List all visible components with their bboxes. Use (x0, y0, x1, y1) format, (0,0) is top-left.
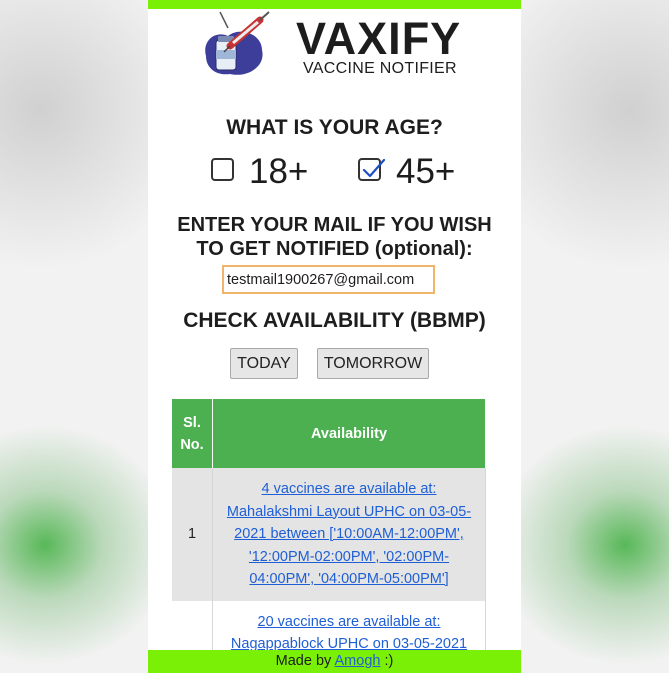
table-header-row: Sl. No. Availability (172, 399, 486, 468)
mail-prompt-line-1: ENTER YOUR MAIL IF YOU WISH (177, 214, 492, 236)
author-link[interactable]: Amogh (335, 653, 381, 669)
footer-prefix: Made by (275, 653, 335, 669)
table-row: 1 4 vaccines are available at: Mahalakshm… (172, 468, 486, 601)
app-page: VAXIFY VACCINE NOTIFIER WHAT IS YOUR AGE… (148, 0, 521, 673)
availability-cell: 4 vaccines are available at: Mahalakshmi … (212, 468, 486, 601)
footer-bar: Made by Amogh :) (148, 650, 521, 673)
brand-tagline: VACCINE NOTIFIER (303, 60, 457, 77)
footer-suffix: :) (380, 653, 394, 669)
today-button[interactable]: TODAY (230, 348, 298, 379)
age-18-label[interactable]: 18+ (249, 152, 308, 192)
tomorrow-button[interactable]: TOMORROW (317, 348, 429, 379)
row-serial-number: 1 (172, 468, 213, 601)
age-18-checkbox[interactable] (211, 158, 234, 181)
availability-table: Sl. No. Availability 1 4 vaccines are av… (172, 399, 486, 666)
check-availability-title: CHECK AVAILABILITY (BBMP) (183, 309, 486, 332)
column-header-sl-line-2: No. (180, 436, 204, 453)
column-header-sl-line-1: Sl. (183, 414, 201, 431)
checkmark-icon (362, 158, 386, 178)
availability-link[interactable]: 20 vaccines are available at: Nagappabloc… (231, 614, 467, 653)
age-45-checkbox[interactable] (358, 158, 386, 181)
availability-link[interactable]: 4 vaccines are available at: Mahalakshmi … (227, 481, 471, 587)
column-header-sl-no: Sl. No. (172, 399, 213, 468)
column-header-availability: Availability (212, 399, 486, 468)
mail-prompt: ENTER YOUR MAIL IF YOU WISH TO GET NOTIF… (148, 213, 521, 261)
vaccine-syringe-logo-icon (205, 11, 270, 75)
age-question: WHAT IS YOUR AGE? (226, 116, 443, 139)
brand-title: VAXIFY (296, 13, 462, 64)
email-field[interactable] (222, 265, 435, 294)
age-45-label[interactable]: 45+ (396, 152, 455, 192)
mail-prompt-line-2: TO GET NOTIFIED (optional): (196, 238, 473, 260)
